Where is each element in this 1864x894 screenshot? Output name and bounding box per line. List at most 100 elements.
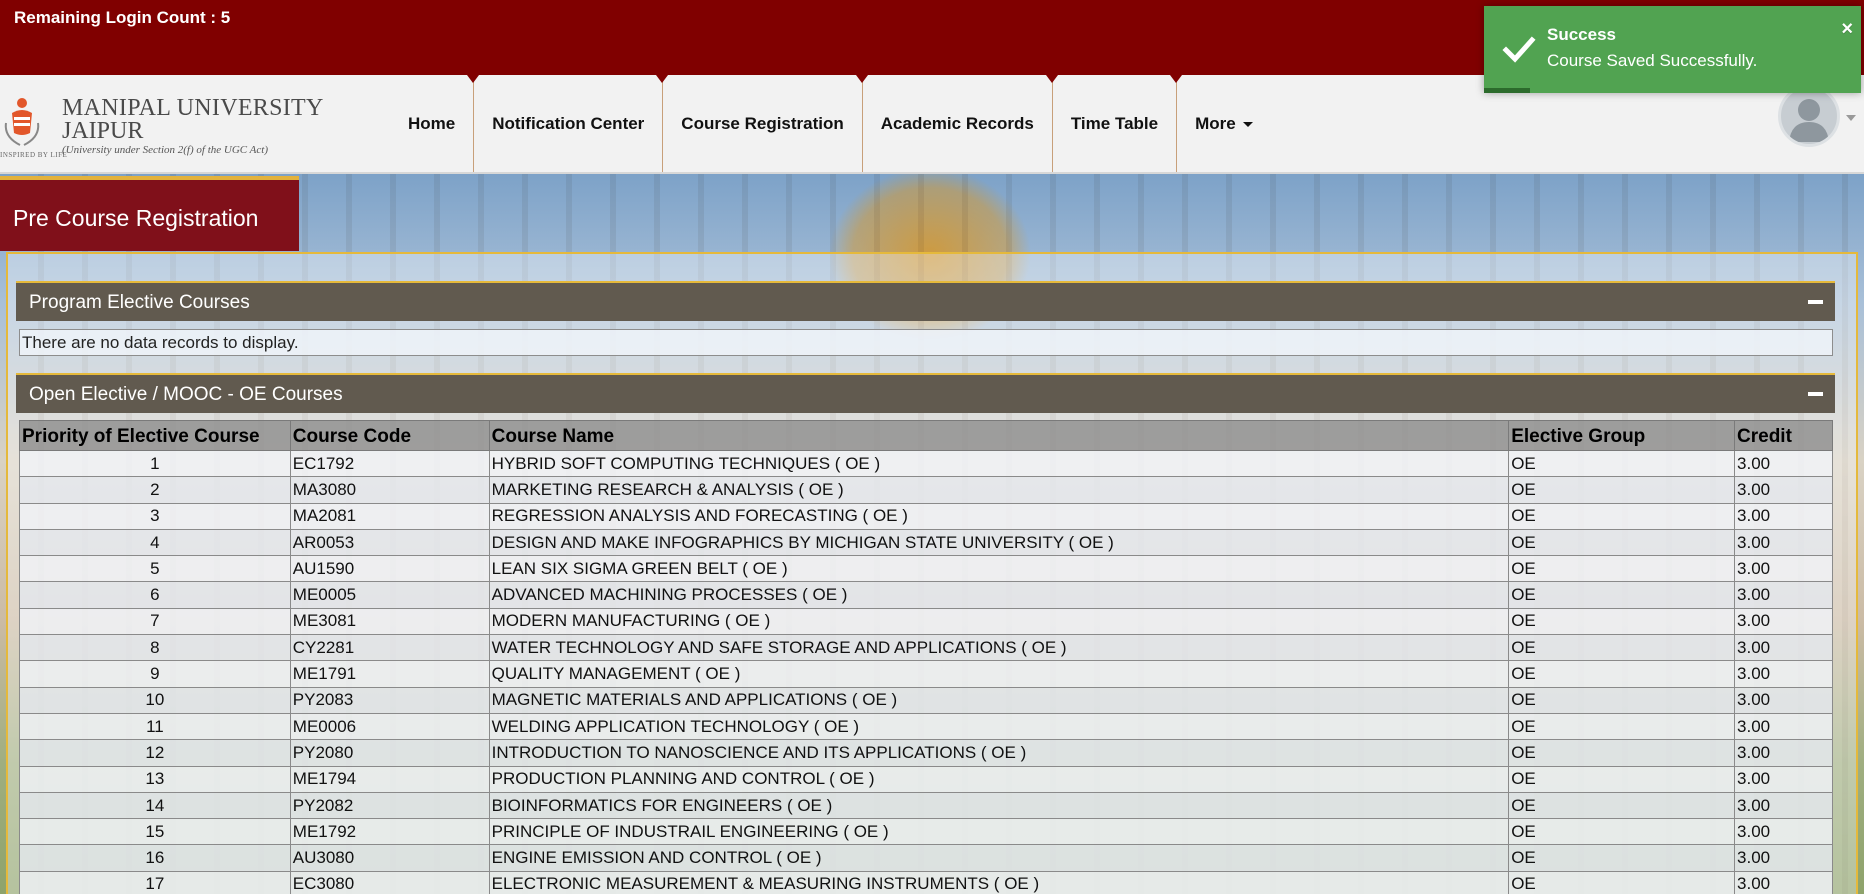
cell-credit: 3.00 [1734, 818, 1833, 846]
user-avatar[interactable] [1778, 85, 1840, 147]
minus-icon[interactable] [1808, 300, 1823, 304]
table-row[interactable]: 15 ME1792 PRINCIPLE OF INDUSTRAIL ENGINEER… [19, 818, 1833, 846]
cell-course-name: LEAN SIX SIGMA GREEN BELT ( OE ) [488, 555, 1510, 583]
table-row[interactable]: 13 ME1794 PRODUCTION PLANNING AND CONTROL … [19, 765, 1833, 793]
table-row[interactable]: 4 AR0053 DESIGN AND MAKE INFOGRAPHICS BY M… [19, 528, 1833, 557]
nav-home[interactable]: Home [390, 75, 480, 172]
table-row[interactable]: 10 PY2083 MAGNETIC MATERIALS AND APPLICATI… [19, 686, 1833, 714]
column-header-credit[interactable]: Credit [1734, 420, 1833, 451]
cell-credit: 3.00 [1734, 844, 1833, 872]
cell-course-name: PRODUCTION PLANNING AND CONTROL ( OE ) [488, 765, 1510, 793]
cell-elective-group: OE [1508, 765, 1736, 793]
cell-course-name: HYBRID SOFT COMPUTING TECHNIQUES ( OE ) [488, 449, 1510, 478]
cell-elective-group: OE [1508, 607, 1736, 636]
success-toast[interactable]: Success Course Saved Successfully. × [1484, 6, 1861, 93]
cell-credit: 3.00 [1734, 765, 1833, 793]
cell-priority: 5 [19, 555, 291, 583]
cell-course-name: QUALITY MANAGEMENT ( OE ) [488, 660, 1510, 688]
cell-priority: 6 [19, 581, 291, 609]
cell-priority: 10 [19, 686, 291, 714]
nav-more-dropdown[interactable]: More [1177, 75, 1271, 172]
table-row[interactable]: 2 MA3080 MARKETING RESEARCH & ANALYSIS ( O… [19, 476, 1833, 504]
cell-priority: 17 [19, 870, 291, 894]
table-row[interactable]: 5 AU1590 LEAN SIX SIGMA GREEN BELT ( OE ) O… [19, 555, 1833, 583]
cell-course-name: ELECTRONIC MEASUREMENT & MEASURING INSTR… [488, 870, 1510, 894]
cell-elective-group: OE [1508, 476, 1736, 504]
table-row[interactable]: 9 ME1791 QUALITY MANAGEMENT ( OE ) OE 3.00 [19, 660, 1833, 688]
cell-priority: 11 [19, 712, 291, 741]
column-header-course-code[interactable]: Course Code [289, 420, 490, 451]
nav-course-registration[interactable]: Course Registration [663, 75, 868, 172]
nav-home-label: Home [408, 113, 456, 133]
cell-course-code: MA3080 [289, 476, 490, 504]
cell-course-name: BIOINFORMATICS FOR ENGINEERS ( OE ) [488, 791, 1510, 820]
table-row[interactable]: 17 EC3080 ELECTRONIC MEASUREMENT & MEASURI… [19, 870, 1833, 894]
avatar-dropdown-caret-icon[interactable] [1846, 115, 1856, 121]
cell-course-code: EC3080 [289, 870, 490, 894]
nav-time-table-label: Time Table [1070, 113, 1159, 133]
table-row[interactable]: 14 PY2082 BIOINFORMATICS FOR ENGINEERS ( O… [19, 791, 1833, 820]
cell-course-code: MA2081 [289, 502, 490, 530]
cell-credit: 3.00 [1734, 870, 1833, 894]
table-row[interactable]: 12 PY2080 INTRODUCTION TO NANOSCIENCE AND … [19, 739, 1833, 767]
close-icon[interactable]: × [1841, 18, 1853, 41]
cell-priority: 13 [19, 765, 291, 793]
nav-academic-records[interactable]: Academic Records [863, 75, 1058, 172]
cell-credit: 3.00 [1734, 449, 1833, 478]
cell-credit: 3.00 [1734, 712, 1833, 741]
column-header-elective-group[interactable]: Elective Group [1508, 420, 1736, 451]
cell-course-name: DESIGN AND MAKE INFOGRAPHICS BY MICHIGAN… [488, 528, 1510, 557]
user-avatar-icon [1789, 99, 1829, 142]
university-emblem-icon [4, 98, 40, 146]
table-header-row: Priority of Elective Course Course Code … [19, 420, 1833, 451]
table-row[interactable]: 6 ME0005 ADVANCED MACHINING PROCESSES ( OE… [19, 581, 1833, 609]
cell-elective-group: OE [1508, 634, 1736, 662]
column-header-course-name[interactable]: Course Name [488, 420, 1510, 451]
cell-priority: 14 [19, 791, 291, 820]
cell-priority: 4 [19, 528, 291, 557]
table-row[interactable]: 16 AU3080 ENGINE EMISSION AND CONTROL ( OE… [19, 844, 1833, 872]
cell-course-name: MARKETING RESEARCH & ANALYSIS ( OE ) [488, 476, 1510, 504]
open-elective-header[interactable]: Open Elective / MOOC - OE Courses [16, 373, 1835, 413]
cell-course-code: AR0053 [289, 528, 490, 557]
cell-priority: 1 [19, 449, 291, 478]
table-row[interactable]: 7 ME3081 MODERN MANUFACTURING ( OE ) OE 3.00 [19, 607, 1833, 636]
cell-priority: 7 [19, 607, 291, 636]
cell-course-code: ME1791 [289, 660, 490, 688]
cell-credit: 3.00 [1734, 476, 1833, 504]
nav-time-table[interactable]: Time Table [1053, 75, 1183, 172]
cell-course-code: ME3081 [289, 607, 490, 636]
cell-credit: 3.00 [1734, 739, 1833, 767]
cell-priority: 12 [19, 739, 291, 767]
table-row[interactable]: 11 ME0006 WELDING APPLICATION TECHNOLOGY (… [19, 712, 1833, 741]
main-nav: Home Notification Center Course Registra… [390, 75, 1271, 172]
cell-course-code: ME0006 [289, 712, 490, 741]
nav-notification-center[interactable]: Notification Center [474, 75, 669, 172]
cell-course-name: REGRESSION ANALYSIS AND FORECASTING ( OE… [488, 502, 1510, 530]
cell-course-code: AU3080 [289, 844, 490, 872]
cell-elective-group: OE [1508, 739, 1736, 767]
cell-course-name: INTRODUCTION TO NANOSCIENCE AND ITS APPL… [488, 739, 1510, 767]
cell-priority: 8 [19, 634, 291, 662]
cell-course-code: ME0005 [289, 581, 490, 609]
cell-course-name: WELDING APPLICATION TECHNOLOGY ( OE ) [488, 712, 1510, 741]
nav-more-label: More [1195, 113, 1236, 133]
table-row[interactable]: 3 MA2081 REGRESSION ANALYSIS AND FORECASTI… [19, 502, 1833, 530]
column-header-priority[interactable]: Priority of Elective Course [19, 420, 291, 451]
table-row[interactable]: 8 CY2281 WATER TECHNOLOGY AND SAFE STORAGE… [19, 634, 1833, 662]
cell-course-code: PY2080 [289, 739, 490, 767]
cell-credit: 3.00 [1734, 686, 1833, 714]
cell-course-name: PRINCIPLE OF INDUSTRAIL ENGINEERING ( OE… [488, 818, 1510, 846]
nav-notification-center-label: Notification Center [492, 113, 645, 133]
university-logo[interactable]: MANIPAL UNIVERSITY JAIPUR (University un… [0, 87, 345, 163]
program-elective-header[interactable]: Program Elective Courses [16, 281, 1835, 321]
table-row[interactable]: 1 EC1792 HYBRID SOFT COMPUTING TECHNIQUES … [19, 449, 1833, 478]
cell-elective-group: OE [1508, 818, 1736, 846]
caret-down-icon [1242, 122, 1253, 127]
cell-credit: 3.00 [1734, 607, 1833, 636]
logo-subtitle: (University under Section 2(f) of the UG… [62, 144, 268, 156]
cell-course-code: ME1792 [289, 818, 490, 846]
toast-message: Course Saved Successfully. [1547, 51, 1758, 70]
cell-course-code: CY2281 [289, 634, 490, 662]
minus-icon[interactable] [1808, 392, 1823, 396]
